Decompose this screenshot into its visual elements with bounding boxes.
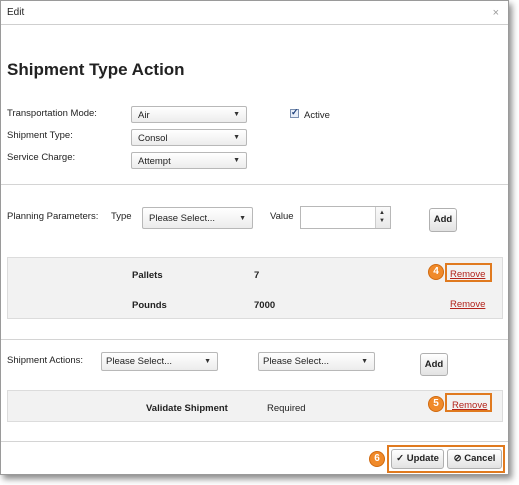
- callout-highlight: [445, 393, 492, 412]
- planning-type-value: Please Select...: [149, 213, 216, 224]
- shipment-actions-add-button[interactable]: Add: [420, 353, 448, 376]
- transportation-mode-label: Transportation Mode:: [7, 108, 97, 119]
- transportation-mode-select[interactable]: Air ▼: [131, 106, 247, 123]
- update-button[interactable]: ✓ Update: [391, 449, 444, 469]
- shipment-type-label: Shipment Type:: [7, 130, 73, 141]
- service-charge-label: Service Charge:: [7, 152, 76, 163]
- planning-type-label: Type: [111, 211, 132, 222]
- service-charge-value: Attempt: [138, 156, 171, 167]
- active-label: Active: [304, 110, 330, 121]
- check-icon: ✓: [291, 107, 299, 117]
- shipment-action-select-2[interactable]: Please Select... ▼: [258, 352, 375, 371]
- transportation-mode-value: Air: [138, 110, 150, 121]
- planning-value-input[interactable]: ▲ ▼: [300, 206, 391, 229]
- shipment-action-select-1-value: Please Select...: [106, 356, 173, 367]
- planning-type-select[interactable]: Please Select... ▼: [142, 207, 253, 229]
- dialog-titlebar: Edit ×: [1, 1, 508, 25]
- shipment-action-row-name: Validate Shipment: [146, 403, 228, 414]
- page-title: Shipment Type Action: [7, 60, 185, 79]
- spinner-arrows-icon[interactable]: ▲ ▼: [375, 207, 390, 228]
- divider: [1, 184, 508, 185]
- callout-badge: 4: [429, 265, 443, 279]
- close-icon[interactable]: ×: [493, 7, 499, 19]
- triangle-down-icon: ▼: [233, 157, 240, 164]
- shipment-action-row-value: Required: [267, 403, 306, 414]
- edit-dialog: Edit × Shipment Type Action Transportati…: [0, 0, 509, 475]
- callout-badge: 5: [429, 397, 443, 411]
- shipment-type-select[interactable]: Consol ▼: [131, 129, 247, 146]
- update-button-label: Update: [406, 453, 439, 464]
- remove-link-pounds[interactable]: Remove: [450, 299, 485, 310]
- triangle-down-icon: ▼: [233, 111, 240, 118]
- footer-divider: [1, 441, 508, 442]
- service-charge-select[interactable]: Attempt ▼: [131, 152, 247, 169]
- planning-add-button[interactable]: Add: [429, 208, 457, 232]
- planning-parameters-label: Planning Parameters:: [7, 211, 99, 222]
- planning-row-value: 7: [254, 270, 260, 281]
- triangle-down-icon: ▼: [361, 358, 368, 365]
- callout-highlight: [445, 263, 492, 282]
- active-checkbox[interactable]: ✓: [290, 107, 299, 118]
- triangle-down-icon: ▼: [239, 215, 246, 222]
- shipment-type-value: Consol: [138, 133, 168, 144]
- shipment-action-select-2-value: Please Select...: [263, 356, 330, 367]
- shipment-actions-label: Shipment Actions:: [7, 355, 84, 366]
- planning-value-label: Value: [270, 211, 294, 222]
- cancel-button-label: Cancel: [464, 453, 496, 464]
- planning-row-name: Pallets: [132, 270, 163, 281]
- cancel-button[interactable]: ⊘ Cancel: [447, 449, 502, 469]
- planning-parameters-list: Pallets 7 Remove Pounds 7000 Remove: [7, 257, 503, 319]
- divider: [1, 339, 508, 340]
- dialog-title: Edit: [7, 7, 25, 18]
- shipment-action-select-1[interactable]: Please Select... ▼: [101, 352, 218, 371]
- planning-row-name: Pounds: [132, 300, 167, 311]
- callout-badge: 6: [370, 452, 384, 466]
- planning-row-value: 7000: [254, 300, 276, 311]
- triangle-down-icon: ▼: [233, 134, 240, 141]
- cancel-circle-icon: ⊘: [453, 453, 462, 464]
- check-icon: ✓: [396, 453, 405, 464]
- triangle-down-icon: ▼: [204, 358, 211, 365]
